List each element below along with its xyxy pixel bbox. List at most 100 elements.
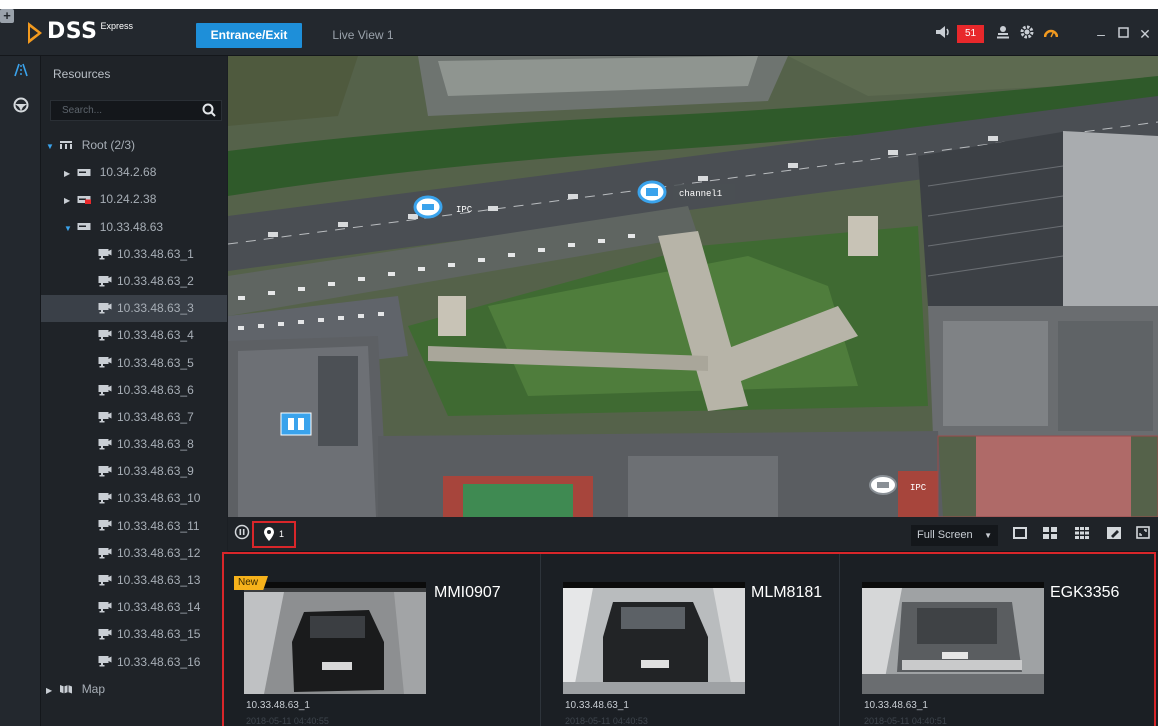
record-channel: 10.33.48.63_1 bbox=[864, 700, 928, 711]
tree-node-channel[interactable]: 10.33.48.63_4 bbox=[41, 322, 227, 349]
close-icon[interactable]: ✕ bbox=[1138, 25, 1152, 43]
tree-node-label: 10.33.48.63_8 bbox=[117, 437, 194, 452]
map-view[interactable]: IPC channel1 IPC bbox=[228, 56, 1158, 517]
tree-node-label: 10.33.48.63_3 bbox=[117, 301, 194, 316]
tree-node-label: 10.33.48.63_6 bbox=[117, 382, 194, 397]
location-pin-button[interactable]: 1 bbox=[252, 521, 296, 548]
nvr-device-offline-icon bbox=[77, 195, 92, 204]
expand-arrow-icon[interactable]: ▼ bbox=[46, 133, 56, 160]
vehicle-record-card[interactable]: EGK3356 10.33.48.63_1 2018-05-11 04:40:5… bbox=[840, 554, 1154, 726]
org-root-icon bbox=[60, 140, 73, 149]
nav-icon-rail bbox=[0, 56, 41, 726]
layout-single-icon[interactable] bbox=[1012, 524, 1028, 544]
performance-gauge-icon[interactable] bbox=[1043, 25, 1059, 43]
tree-node-label: 10.33.48.63_5 bbox=[117, 355, 194, 370]
tree-node-channel[interactable]: 10.33.48.63_9 bbox=[41, 458, 227, 485]
camera-channel-icon bbox=[98, 602, 112, 613]
tree-node-channel[interactable]: 10.33.48.63_5 bbox=[41, 350, 227, 377]
nvr-device-icon bbox=[77, 222, 91, 230]
vehicle-snapshot-image[interactable] bbox=[862, 582, 1044, 694]
logo-icon bbox=[28, 22, 42, 44]
tree-node-label: 10.33.48.63_13 bbox=[117, 573, 201, 587]
channel-camera-marker[interactable] bbox=[637, 180, 667, 204]
user-icon[interactable] bbox=[995, 25, 1011, 43]
view-mode-select[interactable]: Full Screen ▼ bbox=[911, 525, 998, 546]
tree-node-channel[interactable]: 10.33.48.63_12 bbox=[41, 540, 227, 567]
tree-node-channel[interactable]: 10.33.48.63_3 bbox=[41, 295, 227, 323]
camera-channel-icon bbox=[98, 384, 112, 396]
alarm-count-badge[interactable]: 51 bbox=[957, 25, 984, 43]
vehicle-records-panel: New MMI0907 10.33.48.63_1 2018-05-11 04:… bbox=[222, 552, 1156, 726]
tree-node-map[interactable]: ▶ Map bbox=[41, 676, 227, 703]
vehicle-record-card[interactable]: New MMI0907 10.33.48.63_1 2018-05-11 04:… bbox=[224, 554, 541, 726]
vehicle-record-card[interactable]: MLM8181 10.33.48.63_1 2018-05-11 04:40:5… bbox=[541, 554, 840, 726]
tab-live-view-1[interactable]: Live View 1 bbox=[318, 23, 408, 48]
tree-node-channel[interactable]: 10.33.48.63_11 bbox=[41, 513, 227, 540]
add-tab-icon[interactable]: + bbox=[0, 9, 14, 23]
panel-title: Resources bbox=[53, 67, 111, 81]
tree-node-label: 10.34.2.68 bbox=[99, 165, 157, 180]
tree-node-device[interactable]: ▶ 10.24.2.38 bbox=[41, 186, 227, 213]
camera-channel-icon bbox=[98, 275, 112, 287]
tree-node-device[interactable]: ▼ 10.33.48.63 bbox=[41, 214, 227, 241]
map-building-icon[interactable] bbox=[280, 412, 312, 436]
settings-gear-icon[interactable] bbox=[1019, 25, 1035, 43]
camera-channel-icon bbox=[98, 248, 112, 260]
search-icon[interactable] bbox=[201, 102, 217, 119]
collapse-arrow-icon[interactable]: ▶ bbox=[46, 677, 56, 704]
location-pin-icon bbox=[264, 527, 274, 541]
tree-node-device[interactable]: ▶ 10.34.2.68 bbox=[41, 159, 227, 186]
edit-layout-icon[interactable] bbox=[1106, 524, 1122, 544]
aerial-map-image: IPC channel1 IPC bbox=[228, 56, 1158, 517]
tree-node-label: Root (2/3) bbox=[81, 138, 136, 152]
tree-node-label: 10.33.48.63_1 bbox=[117, 246, 194, 261]
tree-node-channel[interactable]: 10.33.48.63_6 bbox=[41, 377, 227, 404]
vehicle-snapshot-image[interactable] bbox=[244, 582, 426, 694]
maximize-icon[interactable] bbox=[1116, 25, 1130, 43]
fullscreen-icon[interactable] bbox=[1135, 524, 1151, 544]
layout-nine-icon[interactable] bbox=[1074, 524, 1090, 544]
ipc-map-label: IPC bbox=[456, 205, 473, 215]
channel-list: 10.33.48.63_1 10.33.48.63_2 10.33.48.63_3 1… bbox=[41, 241, 227, 676]
search-input[interactable] bbox=[51, 101, 191, 120]
steering-wheel-nav-icon[interactable] bbox=[0, 91, 41, 126]
tree-node-channel[interactable]: 10.33.48.63_14 bbox=[41, 594, 227, 621]
vehicle-snapshot-image[interactable] bbox=[563, 582, 745, 694]
collapse-arrow-icon[interactable]: ▶ bbox=[64, 160, 74, 187]
view-mode-value: Full Screen bbox=[917, 529, 973, 541]
tree-node-channel[interactable]: 10.33.48.63_7 bbox=[41, 404, 227, 431]
ipc-camera-marker[interactable] bbox=[869, 475, 897, 495]
camera-channel-icon bbox=[98, 574, 112, 586]
minimize-icon[interactable]: – bbox=[1094, 25, 1108, 43]
search-box bbox=[50, 100, 222, 121]
camera-channel-icon bbox=[98, 629, 112, 640]
tree-node-channel[interactable]: 10.33.48.63_8 bbox=[41, 431, 227, 458]
tree-node-channel[interactable]: 10.33.48.63_13 bbox=[41, 567, 227, 594]
map-toolbar: 1 Full Screen ▼ bbox=[228, 517, 1158, 552]
pin-count: 1 bbox=[279, 529, 285, 539]
tree-node-channel[interactable]: 10.33.48.63_16 bbox=[41, 649, 227, 676]
device-tree: ▼ Root (2/3) ▶ 10.34.2.68 ▶ 10.24.2.38 ▼… bbox=[41, 132, 227, 703]
record-channel: 10.33.48.63_1 bbox=[565, 700, 629, 711]
ipc-camera-marker[interactable] bbox=[413, 195, 443, 219]
tab-entrance-exit[interactable]: Entrance/Exit bbox=[196, 23, 302, 48]
tree-node-channel[interactable]: 10.33.48.63_10 bbox=[41, 485, 227, 512]
tree-node-channel[interactable]: 10.33.48.63_15 bbox=[41, 621, 227, 648]
channel-map-label: channel1 bbox=[679, 189, 722, 199]
resources-nav-icon[interactable] bbox=[0, 56, 41, 91]
tree-node-channel[interactable]: 10.33.48.63_1 bbox=[41, 241, 227, 268]
expand-arrow-icon[interactable]: ▼ bbox=[64, 215, 74, 242]
tree-node-label: 10.24.2.38 bbox=[99, 192, 157, 207]
pause-icon[interactable] bbox=[233, 524, 251, 544]
tree-node-label: 10.33.48.63_7 bbox=[117, 409, 194, 424]
tree-node-label: 10.33.48.63_2 bbox=[117, 273, 194, 288]
nvr-device-icon bbox=[77, 168, 91, 176]
new-badge: New bbox=[234, 576, 269, 590]
sound-alarm-icon[interactable] bbox=[934, 25, 954, 43]
chevron-down-icon: ▼ bbox=[984, 531, 992, 540]
layout-quad-icon[interactable] bbox=[1042, 524, 1058, 544]
camera-channel-icon bbox=[98, 357, 112, 368]
tree-node-root[interactable]: ▼ Root (2/3) bbox=[41, 132, 227, 159]
collapse-arrow-icon[interactable]: ▶ bbox=[64, 187, 74, 214]
tree-node-channel[interactable]: 10.33.48.63_2 bbox=[41, 268, 227, 295]
